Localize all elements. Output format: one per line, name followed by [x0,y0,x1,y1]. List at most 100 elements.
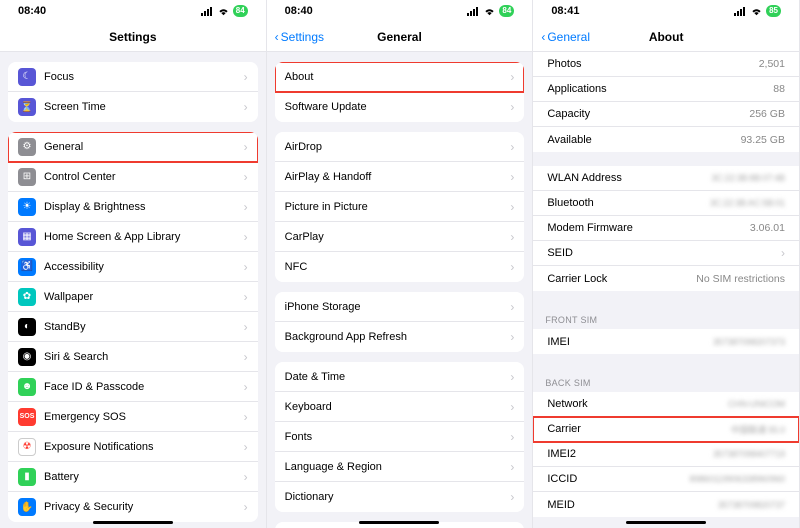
chevron-right-icon: › [510,430,514,444]
home-indicator[interactable] [626,521,706,525]
row-photos[interactable]: Photos2,501 [533,52,799,77]
chevron-left-icon: ‹ [275,30,279,44]
nav-bar: ‹ Settings General [267,22,533,52]
row-label: Siri & Search [44,351,238,363]
row-label: Screen Time [44,101,238,113]
row-general[interactable]: ⚙ General › [8,132,258,162]
back-label: General [547,30,590,44]
display-icon: ☀ [18,198,36,216]
battery-icon: 85 [766,5,781,17]
row-sos[interactable]: SOS Emergency SOS › [8,402,258,432]
row-label: Background App Refresh [285,331,505,343]
row-label: Picture in Picture [285,201,505,213]
row-siri[interactable]: ◉ Siri & Search › [8,342,258,372]
chevron-right-icon: › [781,246,785,260]
row-modem[interactable]: Modem Firmware3.06.01 [533,216,799,241]
row-exposure[interactable]: ☢ Exposure Notifications › [8,432,258,462]
status-indicators: 84 [467,5,514,17]
chevron-right-icon: › [244,70,248,84]
row-carplay[interactable]: CarPlay› [275,222,525,252]
back-button[interactable]: ‹ Settings [275,30,324,44]
row-dictionary[interactable]: Dictionary› [275,482,525,512]
row-display[interactable]: ☀ Display & Brightness › [8,192,258,222]
row-label: Control Center [44,171,238,183]
row-capacity[interactable]: Capacity256 GB [533,102,799,127]
row-faceid[interactable]: ☻ Face ID & Passcode › [8,372,258,402]
status-time: 08:41 [551,5,579,17]
row-label: Emergency SOS [44,411,238,423]
row-meid[interactable]: MEID35738709820737 [533,492,799,517]
row-carrier[interactable]: Carrier中国联通 55.0 [533,417,799,442]
row-standby[interactable]: ◐ StandBy › [8,312,258,342]
row-iccid[interactable]: ICCID89860119906338960960 [533,467,799,492]
row-airdrop[interactable]: AirDrop› [275,132,525,162]
row-homescreen[interactable]: ▦ Home Screen & App Library › [8,222,258,252]
row-value: 3.06.01 [750,222,785,234]
row-imei2[interactable]: IMEI2357387098407719 [533,442,799,467]
row-wallpaper[interactable]: ✿ Wallpaper › [8,282,258,312]
row-controlcenter[interactable]: ⊞ Control Center › [8,162,258,192]
row-language[interactable]: Language & Region› [275,452,525,482]
row-label: MEID [547,499,717,511]
row-pip[interactable]: Picture in Picture› [275,192,525,222]
status-indicators: 85 [734,5,781,17]
row-label: Keyboard [285,401,505,413]
row-softwareupdate[interactable]: Software Update › [275,92,525,122]
about-list[interactable]: Photos2,501 Applications88 Capacity256 G… [533,52,799,528]
row-label: ICCID [547,473,689,485]
row-airplay[interactable]: AirPlay & Handoff› [275,162,525,192]
settings-list[interactable]: ☾ Focus › ⏳ Screen Time › ⚙ General › ⊞ … [0,52,266,528]
row-bluetooth[interactable]: Bluetooth3C:22:3B:AC:5B:01 [533,191,799,216]
row-network[interactable]: NetworkCHN-UNICOM [533,392,799,417]
chevron-right-icon: › [244,500,248,514]
row-fonts[interactable]: Fonts› [275,422,525,452]
row-screentime[interactable]: ⏳ Screen Time › [8,92,258,122]
row-nfc[interactable]: NFC› [275,252,525,282]
general-list[interactable]: About › Software Update › AirDrop› AirPl… [267,52,533,528]
row-datetime[interactable]: Date & Time› [275,362,525,392]
chevron-right-icon: › [244,140,248,154]
row-carrierlock[interactable]: Carrier LockNo SIM restrictions [533,266,799,291]
exposure-icon: ☢ [18,438,36,456]
row-applications[interactable]: Applications88 [533,77,799,102]
privacy-icon: ✋ [18,498,36,516]
row-value: 93.25 GB [741,134,785,146]
chevron-right-icon: › [244,260,248,274]
row-label: NFC [285,261,505,273]
row-bgrefresh[interactable]: Background App Refresh› [275,322,525,352]
back-label: Settings [281,30,324,44]
row-label: Carrier [547,423,730,435]
nav-bar: ‹ General About [533,22,799,52]
back-button[interactable]: ‹ General [541,30,590,44]
chevron-right-icon: › [244,470,248,484]
row-seid[interactable]: SEID› [533,241,799,266]
row-value: 3C:22:3B:8B:07:4B [711,173,785,183]
chevron-right-icon: › [510,300,514,314]
nav-title: About [649,30,684,44]
row-label: Available [547,134,740,146]
row-available[interactable]: Available93.25 GB [533,127,799,152]
chevron-right-icon: › [244,100,248,114]
home-indicator[interactable] [359,521,439,525]
row-storage[interactable]: iPhone Storage› [275,292,525,322]
row-keyboard[interactable]: Keyboard› [275,392,525,422]
row-battery[interactable]: ▮ Battery › [8,462,258,492]
row-about[interactable]: About › [275,62,525,92]
row-wlan[interactable]: WLAN Address3C:22:3B:8B:07:4B [533,166,799,191]
wifi-icon [483,7,496,16]
row-label: Applications [547,83,773,95]
row-privacy[interactable]: ✋ Privacy & Security › [8,492,258,522]
row-focus[interactable]: ☾ Focus › [8,62,258,92]
row-accessibility[interactable]: ♿ Accessibility › [8,252,258,282]
row-label: Display & Brightness [44,201,238,213]
status-time: 08:40 [285,5,313,17]
home-indicator[interactable] [93,521,173,525]
standby-icon: ◐ [18,318,36,336]
cellular-icon [734,7,747,16]
cellular-icon [201,7,214,16]
row-imei[interactable]: IMEI357387098207373 [533,329,799,354]
row-value: 中国联通 55.0 [731,423,785,436]
status-bar: 08:40 84 [267,0,533,22]
accessibility-icon: ♿ [18,258,36,276]
siri-icon: ◉ [18,348,36,366]
